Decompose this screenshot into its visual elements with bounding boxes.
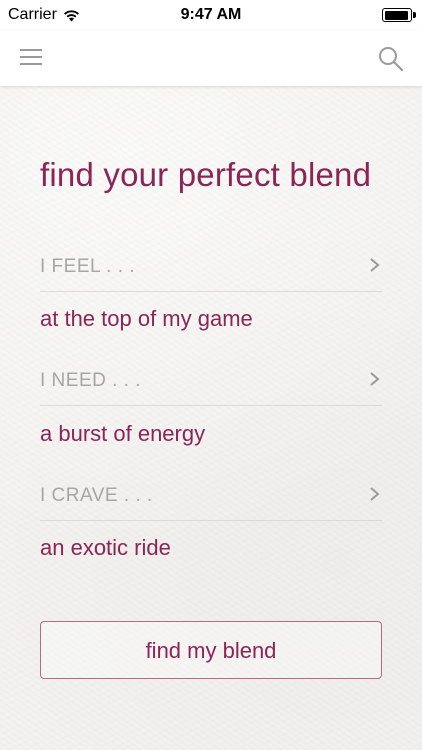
- chevron-right-icon: [370, 487, 380, 501]
- chevron-right-icon: [370, 372, 380, 386]
- question-need-selector[interactable]: I NEED . . .: [40, 356, 382, 406]
- question-label: I FEEL . . .: [40, 256, 136, 277]
- page-title: find your perfect blend: [40, 156, 372, 193]
- navigation-bar: [0, 30, 422, 86]
- question-feel-selector[interactable]: I FEEL . . .: [40, 242, 382, 292]
- question-crave-selector[interactable]: I CRAVE . . .: [40, 471, 382, 521]
- find-my-blend-button[interactable]: find my blend: [40, 621, 382, 679]
- battery-icon: [382, 8, 416, 22]
- search-icon: [379, 47, 404, 72]
- clock: 9:47 AM: [180, 6, 242, 23]
- chevron-right-icon: [370, 258, 380, 272]
- hamburger-menu-icon: [20, 49, 42, 65]
- answer-need[interactable]: a burst of energy: [40, 421, 205, 447]
- answer-crave[interactable]: an exotic ride: [40, 535, 171, 561]
- status-bar: Carrier 9:47 AM: [0, 0, 422, 30]
- answer-feel[interactable]: at the top of my game: [40, 306, 253, 332]
- question-label: I NEED . . .: [40, 370, 142, 391]
- search-button[interactable]: [376, 44, 406, 74]
- menu-button[interactable]: [18, 44, 46, 72]
- battery-level-fill: [384, 10, 408, 20]
- question-label: I CRAVE . . .: [40, 485, 153, 506]
